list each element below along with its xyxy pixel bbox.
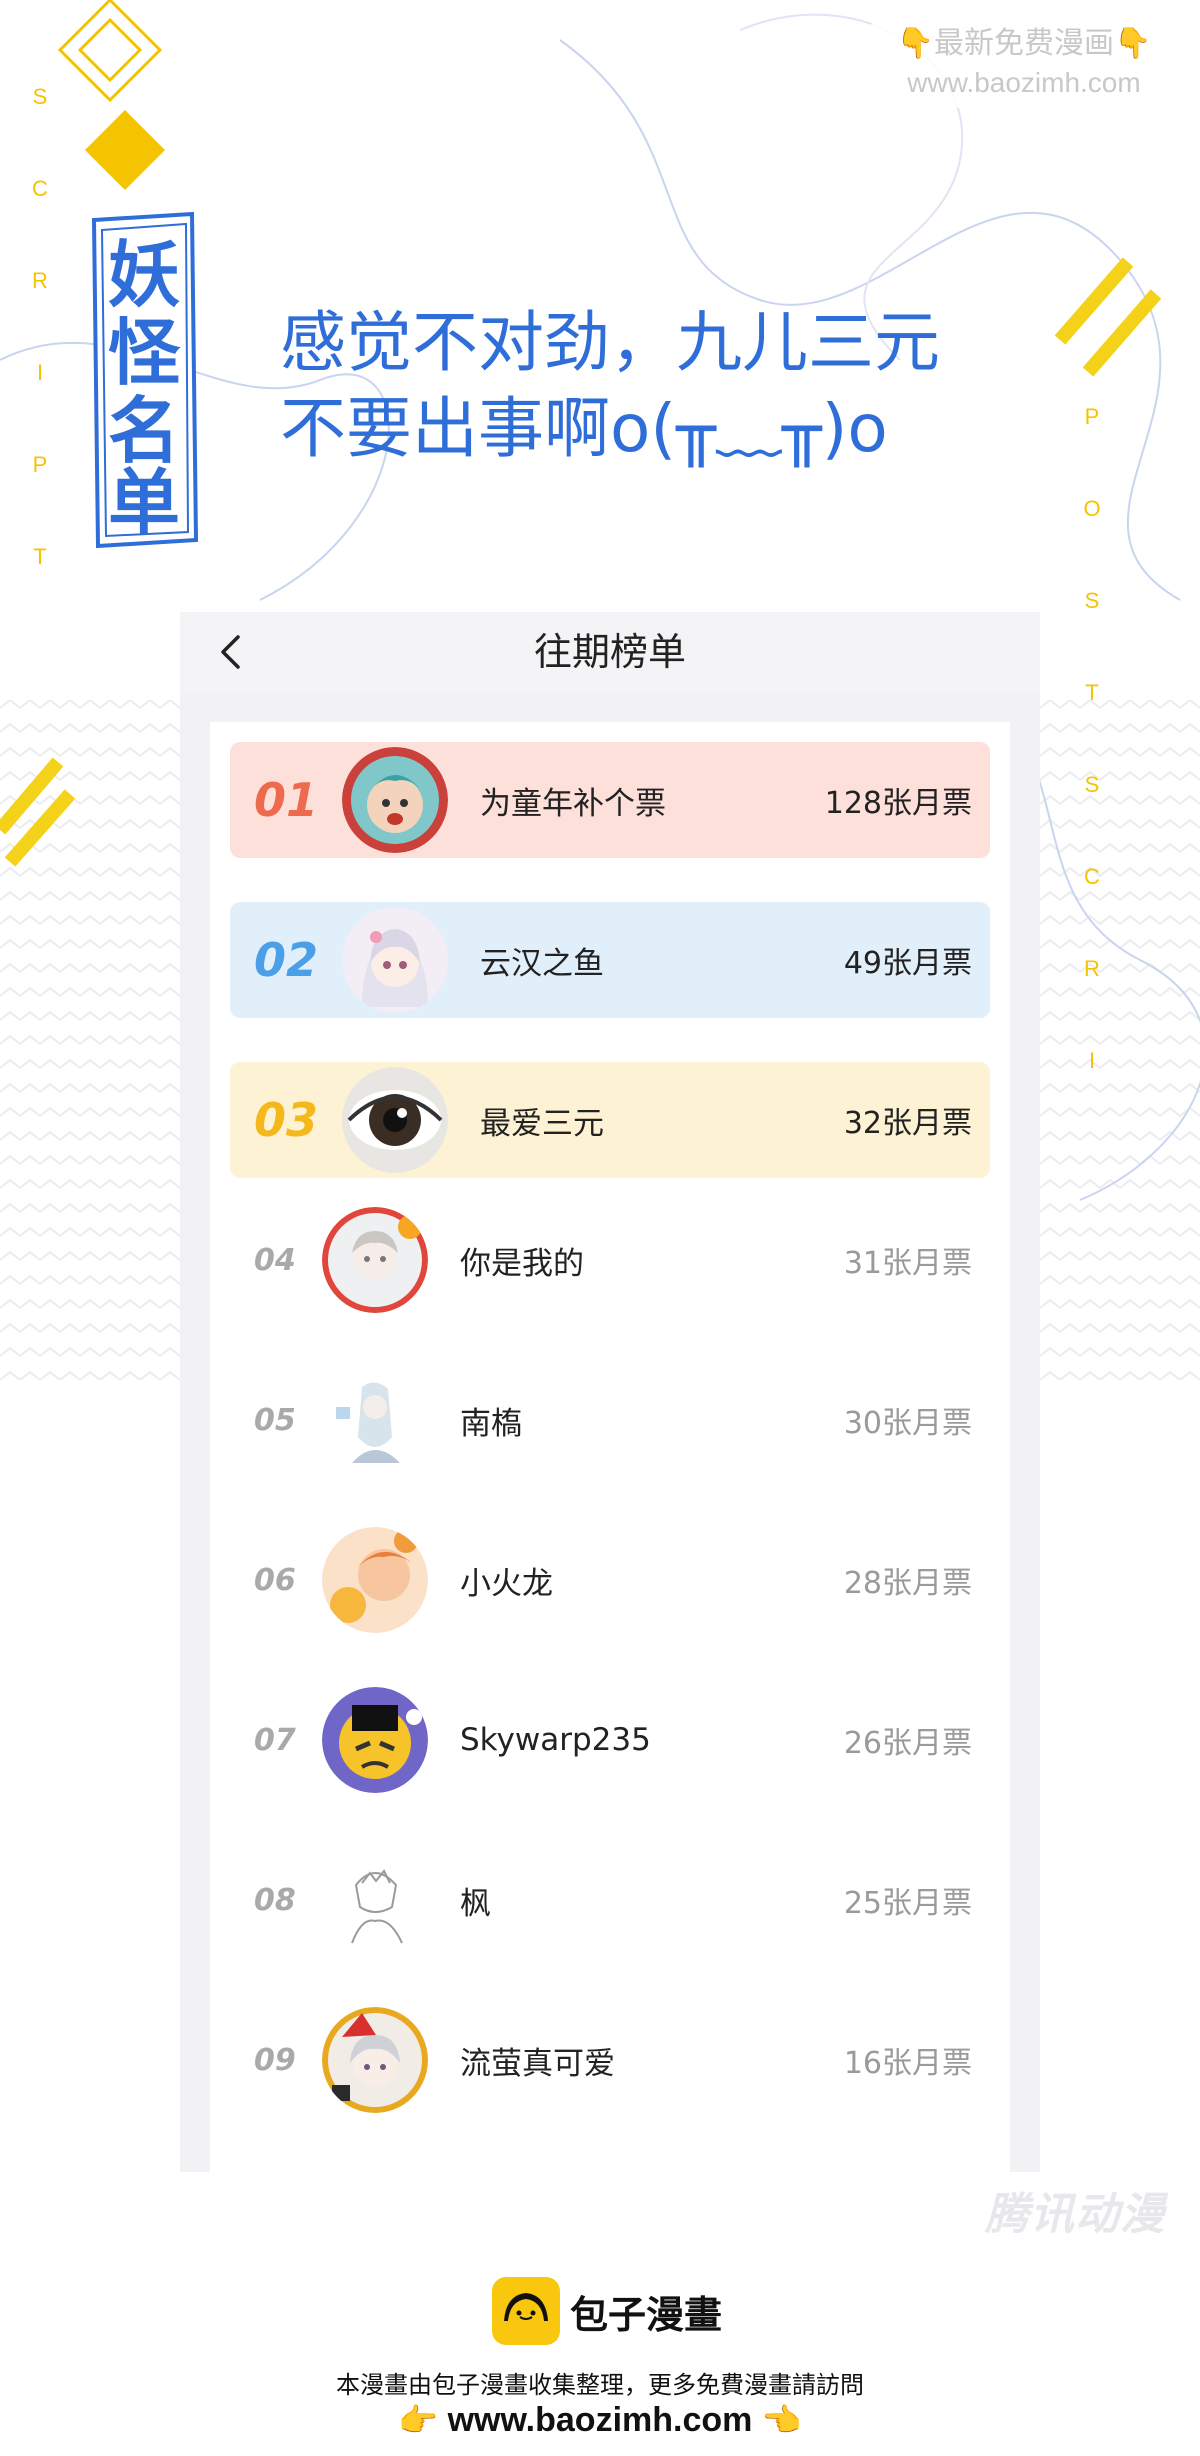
tencent-watermark: 腾讯动漫	[985, 2189, 1165, 2240]
rank-number: 04	[254, 1242, 296, 1278]
site-watermark: 👇最新免费漫画👇 www.baozimh.com	[870, 22, 1178, 108]
avatar	[322, 2007, 428, 2113]
rank-row-2[interactable]: 02 云汉之鱼 49张月票	[230, 902, 990, 1018]
rank-row-1[interactable]: 01 为童年补个票 128张月票	[230, 742, 990, 858]
footer-url-text[interactable]: www.baozimh.com	[448, 2401, 753, 2439]
username: 流萤真可爱	[460, 2045, 615, 2082]
rank-row-8[interactable]: 08 枫 25张月票	[230, 1842, 990, 1958]
svg-text:怪: 怪	[108, 311, 181, 395]
rank-row-5[interactable]: 05 南槗 30张月票	[230, 1362, 990, 1478]
pointing-left-icon: 👈	[761, 2402, 802, 2438]
username: 你是我的	[460, 1245, 584, 1282]
avatar	[322, 1847, 428, 1953]
rank-number: 03	[254, 1093, 319, 1147]
ranking-screen: 往期榜单 01 为童年补个票 128张月票 02 云汉之鱼 49张月票 03 最…	[180, 612, 1040, 2172]
rank-number: 02	[254, 933, 319, 987]
rank-number: 01	[254, 773, 319, 827]
avatar	[322, 1687, 428, 1793]
headline: 感觉不对劲，九儿三元 不要出事啊o(╥﹏╥)o	[280, 300, 940, 472]
avatar	[342, 907, 448, 1013]
avatar	[322, 1527, 428, 1633]
pointing-right-icon: 👉	[398, 2402, 439, 2438]
avatar	[322, 1207, 428, 1313]
brand[interactable]: 包子漫畫	[492, 2277, 722, 2345]
rank-number: 09	[254, 2042, 296, 2078]
username: 枫	[460, 1885, 491, 1922]
side-text-right: POSTSCRI	[1083, 404, 1103, 1073]
avatar	[342, 1067, 448, 1173]
screen-header: 往期榜单	[180, 612, 1040, 692]
username: 小火龙	[460, 1565, 553, 1602]
rank-row-3[interactable]: 03 最爱三元 32张月票	[230, 1062, 990, 1178]
svg-text:单: 单	[108, 461, 180, 545]
footer-notice: 本漫畫由包子漫畫收集整理，更多免費漫畫請訪問	[336, 2371, 864, 2399]
watermark-line1: 👇最新免费漫画👇	[896, 26, 1152, 61]
vote-count: 128张月票	[824, 786, 972, 821]
rank-number: 07	[254, 1722, 296, 1758]
rank-row-9[interactable]: 09 流萤真可爱 16张月票	[230, 2002, 990, 2118]
svg-text:妖: 妖	[108, 233, 180, 317]
rank-number: 06	[254, 1562, 296, 1598]
vote-count: 49张月票	[843, 946, 972, 981]
rank-row-7[interactable]: 07 Skywarp235 26张月票	[230, 1682, 990, 1798]
vote-count: 16张月票	[843, 2046, 972, 2081]
vote-count: 31张月票	[843, 1246, 972, 1281]
headline-line2: 不要出事啊o(╥﹏╥)o	[280, 390, 888, 467]
badge-title-logo: 妖 怪 名 单	[91, 211, 199, 549]
brand-name: 包子漫畫	[570, 2292, 723, 2337]
site-footer: 包子漫畫 本漫畫由包子漫畫收集整理，更多免費漫畫請訪問 👉 www.baozim…	[0, 2265, 1200, 2455]
vote-count: 26张月票	[843, 1726, 972, 1761]
username: 云汉之鱼	[480, 945, 604, 982]
username: 最爱三元	[480, 1105, 604, 1142]
screen-title: 往期榜单	[533, 630, 686, 674]
avatar	[322, 1367, 428, 1473]
vote-count: 32张月票	[843, 1106, 972, 1141]
rank-number: 08	[254, 1882, 296, 1918]
watermark-line2: www.baozimh.com	[907, 67, 1141, 98]
vote-count: 30张月票	[843, 1406, 972, 1441]
side-text-left: SCRIPT	[32, 84, 50, 569]
rank-number: 05	[254, 1402, 296, 1438]
rank-row-6[interactable]: 06 小火龙 28张月票	[230, 1522, 990, 1638]
vote-count: 25张月票	[843, 1886, 972, 1921]
footer-url[interactable]: 👉 www.baozimh.com 👈	[0, 2401, 1200, 2440]
vote-count: 28张月票	[843, 1566, 972, 1601]
rank-row-4[interactable]: 04 你是我的 31张月票	[230, 1202, 990, 1318]
headline-line1: 感觉不对劲，九儿三元	[280, 304, 940, 381]
ranking-list: 01 为童年补个票 128张月票 02 云汉之鱼 49张月票 03 最爱三元 3…	[210, 722, 1010, 2172]
bun-logo-icon	[492, 2277, 560, 2345]
username: Skywarp235	[460, 1722, 651, 1758]
avatar	[342, 747, 448, 853]
username: 为童年补个票	[480, 785, 666, 822]
username: 南槗	[460, 1405, 522, 1442]
